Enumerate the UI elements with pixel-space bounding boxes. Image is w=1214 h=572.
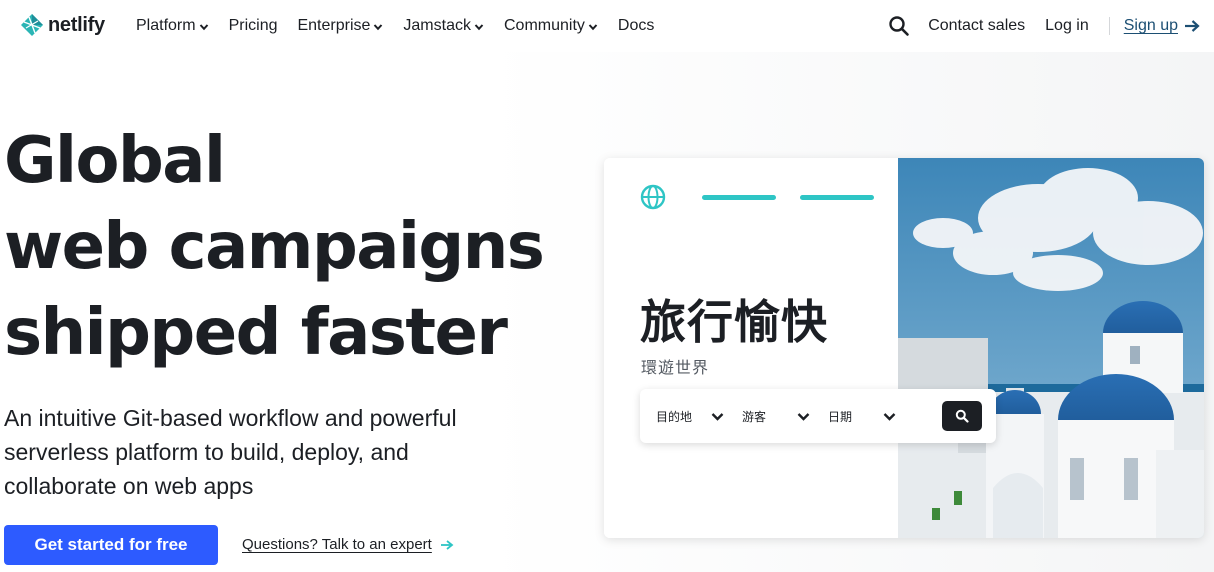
santorini-photo — [898, 158, 1204, 538]
netlify-logo[interactable]: netlify — [20, 13, 105, 37]
nav-pricing[interactable]: Pricing — [229, 17, 278, 35]
get-started-button[interactable]: Get started for free — [4, 525, 218, 565]
chevron-down-icon — [374, 23, 383, 30]
nav-divider — [1108, 17, 1110, 35]
nav-platform-label: Platform — [136, 17, 196, 34]
card-search-button[interactable] — [942, 401, 982, 431]
card-title: 旅行愉快 — [640, 295, 828, 349]
chevron-down-icon — [797, 413, 810, 421]
search-panel: 目的地 游客 日期 — [640, 389, 996, 443]
card-subtitle: 環遊世界 — [641, 360, 710, 377]
nav-links: Platform Pricing Enterprise Jamstack Com… — [136, 0, 654, 52]
hero-title-line1: Global — [4, 124, 226, 198]
nav-enterprise-label: Enterprise — [297, 17, 371, 34]
hero-subtitle: An intuitive Git-based workflow and powe… — [4, 405, 457, 499]
nav-community[interactable]: Community — [504, 17, 598, 35]
hero-title-line3: shipped faster — [4, 296, 508, 370]
netlify-logo-icon — [21, 14, 43, 36]
arrow-right-icon — [440, 539, 454, 550]
top-nav: netlify Platform Pricing Enterprise Jams… — [0, 0, 1214, 52]
chevron-down-icon — [883, 413, 896, 421]
nav-community-label: Community — [503, 17, 585, 34]
search-icon — [955, 409, 969, 423]
nav-jamstack-label: Jamstack — [403, 17, 471, 34]
travelers-select[interactable]: 游客 — [742, 389, 818, 443]
sign-up-label: Sign up — [1123, 17, 1178, 34]
card-content: 旅行愉快 環遊世界 — [604, 158, 898, 538]
arrow-right-icon — [1185, 20, 1200, 32]
log-in-link[interactable]: Log in — [1045, 17, 1089, 35]
destination-select[interactable]: 目的地 — [656, 389, 732, 443]
date-label: 日期 — [828, 409, 853, 424]
travel-demo-card: 旅行愉快 環遊世界 目的地 游客 日期 — [604, 158, 1204, 538]
chevron-down-icon — [588, 23, 598, 30]
nav-docs[interactable]: Docs — [618, 17, 654, 35]
talk-to-expert-label: Questions? Talk to an expert — [242, 536, 432, 553]
logo-text: netlify — [48, 13, 105, 36]
placeholder-bar — [800, 195, 874, 200]
contact-sales-link[interactable]: Contact sales — [928, 17, 1025, 35]
nav-platform[interactable]: Platform — [136, 17, 209, 35]
nav-docs-label: Docs — [617, 17, 655, 34]
chevron-down-icon — [474, 23, 484, 30]
date-select[interactable]: 日期 — [828, 389, 904, 443]
hero-title-line2: web campaigns — [4, 210, 545, 284]
nav-right: Contact sales Log in Sign up — [888, 0, 1200, 52]
search-icon[interactable] — [888, 15, 910, 37]
globe-icon — [640, 184, 666, 210]
placeholder-bar — [702, 195, 776, 200]
talk-to-expert-link[interactable]: Questions? Talk to an expert — [242, 536, 454, 553]
destination-label: 目的地 — [656, 409, 693, 424]
chevron-down-icon — [711, 413, 724, 421]
hero-title: Global web campaigns shipped faster — [4, 118, 545, 376]
chevron-down-icon — [199, 23, 208, 30]
nav-enterprise[interactable]: Enterprise — [297, 17, 383, 35]
travelers-label: 游客 — [742, 409, 767, 424]
nav-jamstack[interactable]: Jamstack — [403, 17, 484, 35]
nav-pricing-label: Pricing — [228, 17, 278, 34]
sign-up-link[interactable]: Sign up — [1124, 17, 1200, 35]
